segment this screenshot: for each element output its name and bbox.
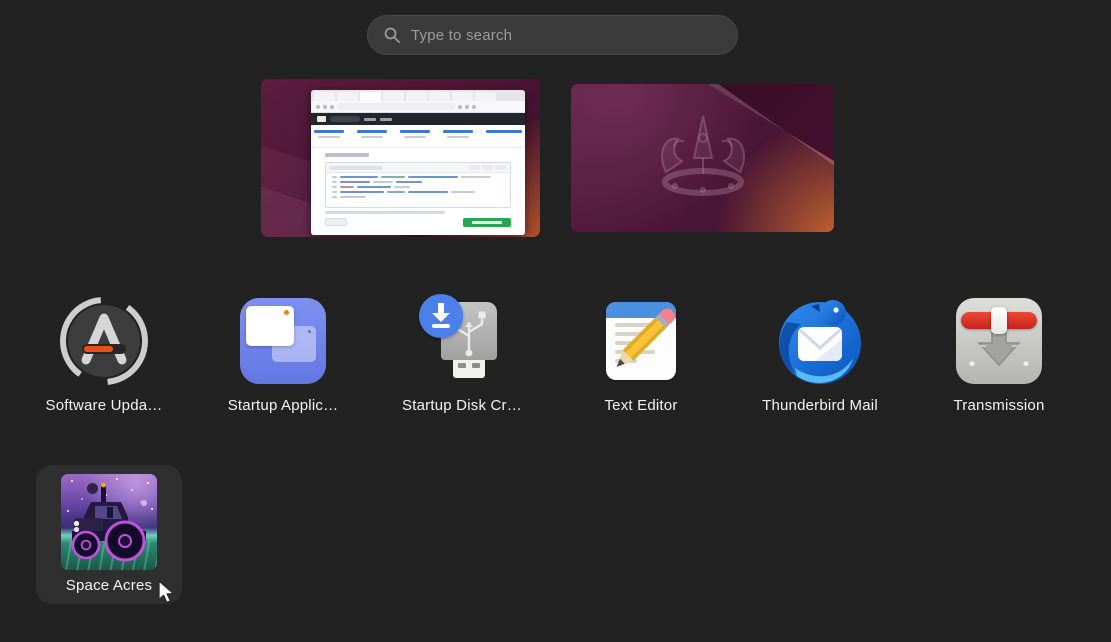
text-editor-icon xyxy=(594,294,688,388)
mouse-cursor xyxy=(157,580,179,604)
app-label: Transmission xyxy=(919,397,1079,414)
activities-overview: Type to search xyxy=(0,0,1111,642)
github-page-body xyxy=(311,148,525,235)
app-text-editor[interactable]: Text Editor xyxy=(561,294,721,414)
app-transmission[interactable]: Transmission xyxy=(919,294,1079,414)
app-thunderbird[interactable]: Thunderbird Mail xyxy=(740,294,900,414)
space-acres-icon xyxy=(61,474,157,570)
firefox-window-thumbnail[interactable] xyxy=(311,90,525,235)
software-updater-icon xyxy=(57,294,151,388)
search-input[interactable]: Type to search xyxy=(367,15,738,55)
workspace-thumbnail-1[interactable] xyxy=(261,79,540,237)
app-label: Software Upda… xyxy=(24,397,184,414)
workspace-thumbnail-2[interactable] xyxy=(571,84,834,232)
thunderbird-icon xyxy=(773,294,867,388)
browser-toolbar xyxy=(311,101,525,113)
ubuntu-crown-wallpaper xyxy=(628,112,778,204)
github-nav-links xyxy=(311,125,525,148)
github-commit-button xyxy=(463,218,511,227)
app-software-updater[interactable]: Software Upda… xyxy=(24,294,184,414)
search-icon xyxy=(384,27,400,43)
app-startup-disk-creator[interactable]: Startup Disk Cr… xyxy=(382,294,542,414)
app-label: Thunderbird Mail xyxy=(740,397,900,414)
file-view-box xyxy=(325,162,511,208)
github-secondary-button xyxy=(325,218,347,226)
tractor-illustration xyxy=(61,474,157,570)
app-label: Startup Disk Cr… xyxy=(382,397,542,414)
transmission-icon xyxy=(952,294,1046,388)
browser-tab-strip xyxy=(311,90,525,101)
startup-applications-icon xyxy=(236,294,330,388)
download-badge-icon xyxy=(419,294,463,338)
startup-disk-creator-icon xyxy=(415,294,509,388)
app-startup-applications[interactable]: Startup Applic… xyxy=(203,294,363,414)
search-placeholder: Type to search xyxy=(411,27,512,44)
github-header xyxy=(311,113,525,125)
app-label: Startup Applic… xyxy=(203,397,363,414)
app-label: Text Editor xyxy=(561,397,721,414)
